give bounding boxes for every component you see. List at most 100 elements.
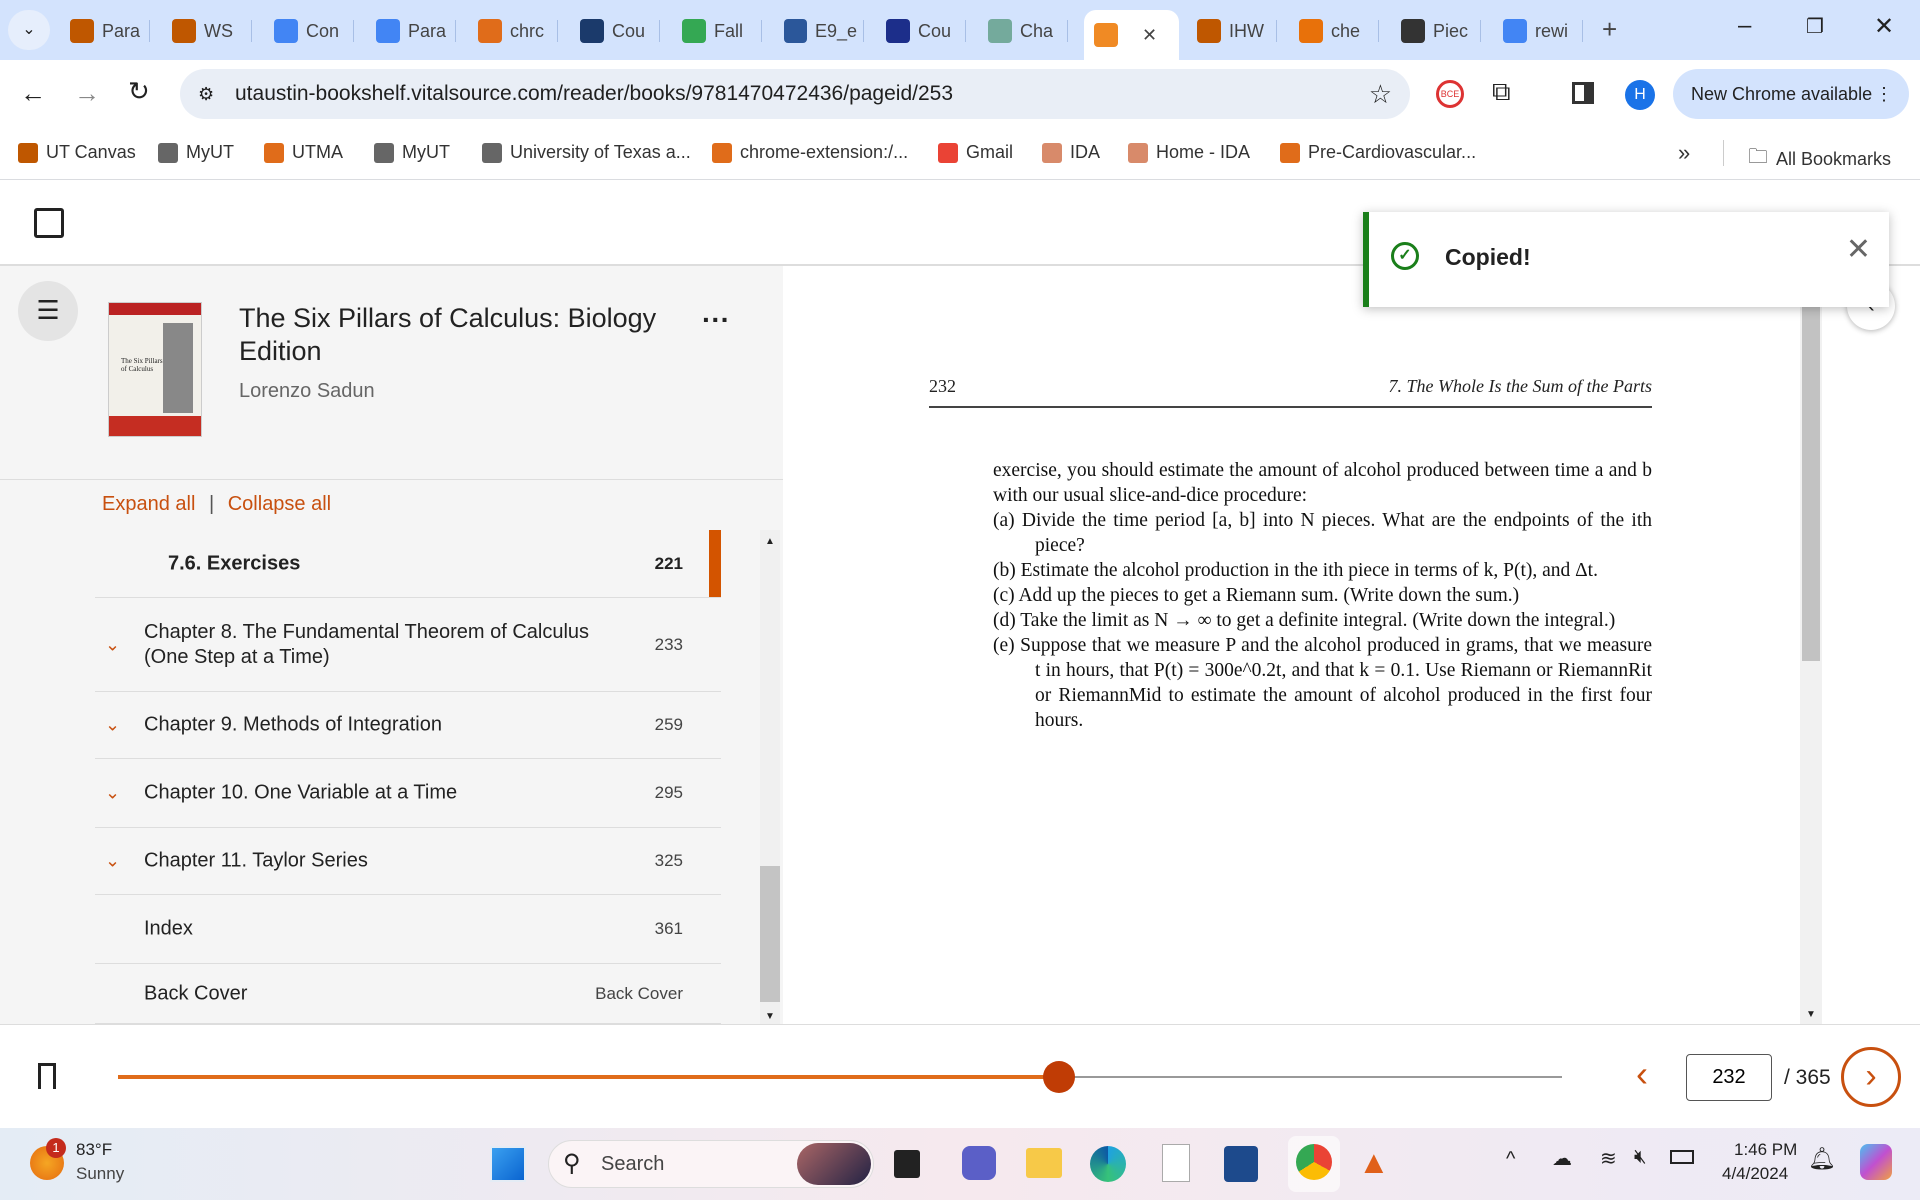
bookmark-item[interactable]: Home - IDA <box>1128 142 1250 163</box>
browser-tab[interactable]: Fall <box>672 10 755 52</box>
page-header: 232 7. The Whole Is the Sum of the Parts <box>929 376 1652 408</box>
next-page-button[interactable]: › <box>1841 1047 1901 1107</box>
toc-scrollbar[interactable]: ▲ ▼ <box>760 530 780 1024</box>
chevron-down-icon[interactable]: ⌄ <box>105 783 120 804</box>
minimize-button[interactable]: – <box>1738 12 1751 40</box>
clock-time[interactable]: 1:46 PM <box>1734 1140 1797 1160</box>
extension-icon[interactable]: BCE <box>1436 80 1464 108</box>
tab-title: Para <box>102 20 141 41</box>
chrome-update-button[interactable]: New Chrome available ⋮ <box>1673 69 1909 119</box>
teams-icon[interactable] <box>962 1146 996 1180</box>
browser-tab[interactable]: che <box>1289 10 1372 52</box>
store-icon[interactable] <box>1224 1146 1258 1182</box>
more-bookmarks-chevron-icon[interactable]: » <box>1678 140 1690 166</box>
weather-badge: 1 <box>46 1138 66 1158</box>
browser-tab[interactable]: Para <box>60 10 143 52</box>
browser-tab[interactable]: WS <box>162 10 245 52</box>
star-icon[interactable]: ☆ <box>1369 69 1392 119</box>
slider-handle[interactable] <box>1043 1061 1076 1093</box>
bookmark-item[interactable]: Pre-Cardiovascular... <box>1280 142 1476 163</box>
tab-title: Cou <box>918 20 952 41</box>
matlab-icon[interactable]: ▲ <box>1358 1144 1390 1181</box>
edge-icon[interactable] <box>1090 1146 1126 1182</box>
expand-all-link[interactable]: Expand all <box>102 493 195 515</box>
toc-item[interactable]: ⌄ Chapter 11. Taylor Series 325 <box>95 828 721 895</box>
extensions-puzzle-icon[interactable]: ⧉ <box>1492 76 1511 108</box>
notification-bell-icon[interactable]: 🔔︎ <box>1808 1146 1836 1172</box>
volume-muted-icon[interactable]: 🔇︎ <box>1634 1146 1647 1169</box>
toc-item[interactable]: Index 361 <box>95 895 721 964</box>
url-input[interactable]: ⚙ utaustin-bookshelf.vitalsource.com/rea… <box>180 69 1410 119</box>
close-tab-icon[interactable]: ✕ <box>1142 25 1157 46</box>
scroll-down-icon[interactable]: ▼ <box>1806 1009 1816 1020</box>
browser-tab[interactable]: ✕ <box>1084 10 1179 60</box>
file-explorer-icon[interactable] <box>1026 1148 1062 1178</box>
chrome-taskbar-button[interactable] <box>1288 1136 1340 1192</box>
clock-date[interactable]: 4/4/2024 <box>1722 1164 1788 1184</box>
toc-item[interactable]: ⌄ Chapter 8. The Fundamental Theorem of C… <box>95 598 721 692</box>
browser-tab[interactable]: chrc <box>468 10 551 52</box>
windows-start-icon[interactable] <box>490 1146 526 1182</box>
browser-tab[interactable]: Cha <box>978 10 1061 52</box>
onedrive-icon[interactable]: ☁ <box>1552 1146 1572 1171</box>
page-scrollbar[interactable]: ▼ <box>1800 266 1822 1024</box>
bookmark-item[interactable]: chrome-extension:/... <box>712 142 908 163</box>
chevron-down-icon[interactable]: ⌄ <box>105 715 120 736</box>
bookmark-label: IDA <box>1070 142 1101 162</box>
tab-search-button[interactable]: ⌄ <box>8 10 50 50</box>
scroll-thumb[interactable] <box>760 866 780 1002</box>
scroll-down-icon[interactable]: ▼ <box>765 1011 775 1022</box>
browser-tab[interactable]: Cou <box>876 10 959 52</box>
close-window-button[interactable]: ✕ <box>1874 12 1894 41</box>
browser-tab[interactable]: Piec <box>1391 10 1474 52</box>
toc-item[interactable]: ⌄ Chapter 10. One Variable at a Time 295 <box>95 759 721 828</box>
battery-icon[interactable] <box>1670 1150 1694 1164</box>
browser-tab[interactable]: rewi <box>1493 10 1576 52</box>
show-hidden-icons[interactable]: ^ <box>1506 1148 1515 1171</box>
reader-menu-icon[interactable] <box>34 208 64 238</box>
browser-tab[interactable]: Para <box>366 10 449 52</box>
page-number-input[interactable] <box>1686 1054 1772 1101</box>
bookmark-item[interactable]: UT Canvas <box>18 142 136 163</box>
profile-avatar[interactable]: H <box>1625 80 1655 110</box>
close-icon[interactable]: ✕ <box>1846 232 1871 267</box>
scroll-thumb[interactable] <box>1802 306 1820 661</box>
forward-icon[interactable]: → <box>74 78 100 109</box>
previous-page-button[interactable]: ‹ <box>1636 1053 1648 1095</box>
chevron-down-icon[interactable]: ⌄ <box>105 851 120 872</box>
notepad-icon[interactable] <box>1162 1144 1190 1182</box>
browser-tab[interactable]: E9_e <box>774 10 857 52</box>
collapse-all-link[interactable]: Collapse all <box>228 493 331 515</box>
tab-title: Piec <box>1433 20 1469 41</box>
browser-tab[interactable]: IHW <box>1187 10 1270 52</box>
toc-item[interactable]: Back Cover Back Cover <box>95 964 721 1024</box>
back-icon[interactable]: ← <box>20 78 46 109</box>
bookmark-item[interactable]: IDA <box>1042 142 1100 163</box>
page-slider[interactable] <box>118 1061 1562 1093</box>
bookmark-item[interactable]: MyUT <box>374 142 450 163</box>
taskbar-search[interactable]: ⚲ Search <box>548 1140 874 1188</box>
all-bookmarks-button[interactable]: 🗀 All Bookmarks <box>1748 142 1891 176</box>
browser-tab[interactable]: Con <box>264 10 347 52</box>
hamburger-menu-button[interactable]: ☰ <box>18 281 78 341</box>
wifi-icon[interactable]: ≋ <box>1600 1146 1617 1171</box>
chevron-down-icon[interactable]: ⌄ <box>105 634 120 655</box>
new-tab-button[interactable]: + <box>1602 14 1617 45</box>
copilot-icon[interactable] <box>1860 1144 1892 1180</box>
toc-item[interactable]: 7.6. Exercises 221 <box>95 530 721 598</box>
reload-icon[interactable]: ↻ <box>128 76 150 107</box>
side-panel-icon[interactable] <box>1572 82 1594 104</box>
bookmark-icon[interactable] <box>38 1063 56 1089</box>
bookmark-item[interactable]: Gmail <box>938 142 1013 163</box>
site-info-icon[interactable]: ⚙ <box>198 69 214 119</box>
bookmark-item[interactable]: MyUT <box>158 142 234 163</box>
tab-title: Fall <box>714 20 744 41</box>
restore-button[interactable]: ❐ <box>1806 14 1824 39</box>
browser-tab[interactable]: Cou <box>570 10 653 52</box>
scroll-up-icon[interactable]: ▲ <box>765 536 775 547</box>
bookmark-item[interactable]: University of Texas a... <box>482 142 691 163</box>
bookmark-item[interactable]: UTMA <box>264 142 343 163</box>
toc-item[interactable]: ⌄ Chapter 9. Methods of Integration 259 <box>95 692 721 759</box>
task-view-icon[interactable] <box>894 1150 920 1178</box>
more-options-icon[interactable]: ··· <box>702 304 730 336</box>
